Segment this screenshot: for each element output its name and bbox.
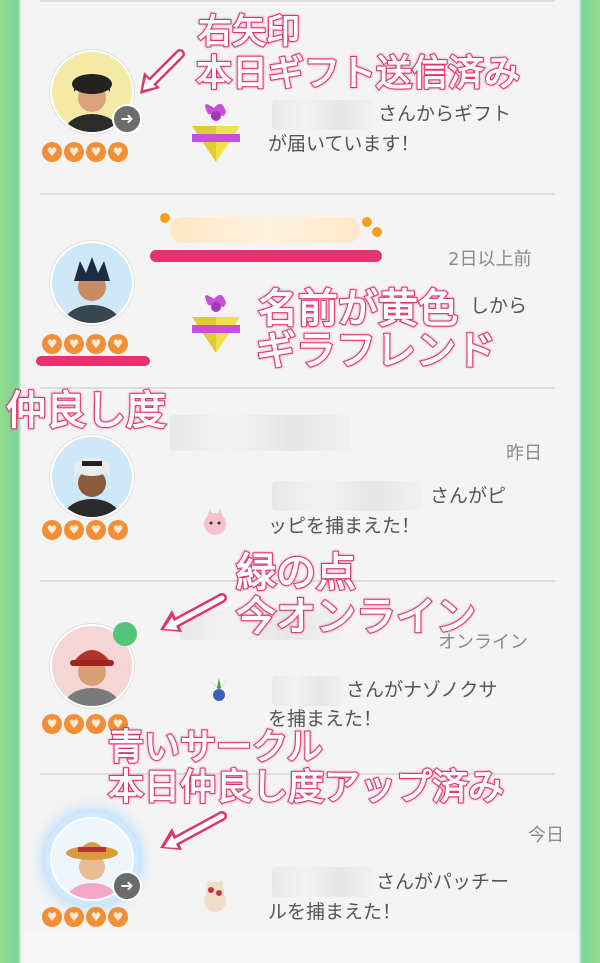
- heart-icon: ♥: [64, 334, 84, 354]
- heart-icon: ♥: [42, 907, 62, 927]
- annotation-friendship-up-done: 本日仲良し度アップ済み: [107, 766, 505, 809]
- heart-icon: ♥: [86, 142, 106, 162]
- heart-icon: ♥: [108, 907, 128, 927]
- heart-icon: ♥: [64, 520, 84, 540]
- friend-name-blurred: [272, 100, 372, 130]
- friendship-level-hearts: ♥ ♥ ♥ ♥: [42, 334, 128, 354]
- annotation-arrow-icon: [160, 811, 227, 850]
- last-activity-time: 昨日: [506, 443, 542, 464]
- annotation-online-now: 今オンライン: [235, 593, 477, 641]
- spinda-icon: [200, 879, 230, 921]
- friend-name-blurred: [272, 867, 372, 897]
- clefairy-icon: [200, 507, 230, 543]
- activity-message-line1: しから: [470, 295, 528, 317]
- annotation-friendship-level: 仲良し度: [5, 387, 167, 435]
- heart-icon: ♥: [42, 714, 62, 734]
- avatar[interactable]: [50, 241, 134, 325]
- friendship-level-hearts: ♥ ♥ ♥ ♥: [42, 907, 128, 927]
- heart-icon: ♥: [42, 334, 62, 354]
- avatar[interactable]: [50, 435, 134, 519]
- heart-icon: ♥: [64, 714, 84, 734]
- friend-name-blurred: [272, 481, 422, 511]
- sparkle-icon: [160, 213, 170, 223]
- activity-message-line2: が届いています！: [268, 133, 420, 155]
- activity-message-line2: ルを捕まえた！: [268, 901, 402, 923]
- activity-message-line1: さんからギフト: [378, 103, 512, 125]
- gift-icon: [186, 96, 246, 168]
- friendship-level-hearts: ♥ ♥ ♥ ♥: [42, 520, 128, 540]
- sparkle-icon: [362, 217, 372, 227]
- annotation-gift-sent: 本日ギフト送信済み: [195, 52, 521, 95]
- friendship-level-hearts: ♥ ♥ ♥ ♥: [42, 142, 128, 162]
- trainer-avatar-icon: [52, 437, 132, 517]
- friend-name-blurred: [272, 676, 342, 706]
- gift-icon: [186, 287, 246, 359]
- annotation-arrow-icon: [140, 49, 185, 94]
- heart-icon: ♥: [64, 142, 84, 162]
- activity-message-line1: さんがピ: [430, 485, 507, 507]
- heart-icon: ♥: [108, 334, 128, 354]
- gift-sent-arrow-icon: ➜: [112, 871, 142, 901]
- last-activity-time: 2日以上前: [448, 249, 532, 270]
- heart-icon: ♥: [42, 142, 62, 162]
- annotation-ultra-friend: ギラフレンド: [255, 327, 497, 375]
- activity-message-line1: さんがナゾノクサ: [346, 679, 498, 701]
- heart-icon: ♥: [108, 520, 128, 540]
- trainer-avatar-icon: [52, 243, 132, 323]
- heart-icon: ♥: [86, 520, 106, 540]
- heart-icon: ♥: [42, 520, 62, 540]
- friend-name-blurred: [170, 415, 350, 451]
- activity-message-line1: さんがパッチー: [376, 871, 510, 893]
- name-highlight-bar: [150, 250, 382, 262]
- oddish-icon: [206, 676, 232, 708]
- activity-message-line2: ッピを捕まえた！: [268, 515, 421, 537]
- heart-icon: ♥: [86, 334, 106, 354]
- gift-sent-arrow-icon: ➜: [112, 104, 142, 134]
- sparkle-icon: [372, 227, 382, 237]
- best-friend-name-glow: [170, 217, 360, 243]
- heart-icon: ♥: [64, 907, 84, 927]
- hearts-highlight-bar: [36, 356, 150, 366]
- heart-icon: ♥: [86, 907, 106, 927]
- online-status-dot: [113, 622, 137, 646]
- last-activity-time: 今日: [528, 825, 564, 846]
- annotation-arrow-icon: [160, 593, 227, 632]
- heart-icon: ♥: [86, 714, 106, 734]
- heart-icon: ♥: [108, 142, 128, 162]
